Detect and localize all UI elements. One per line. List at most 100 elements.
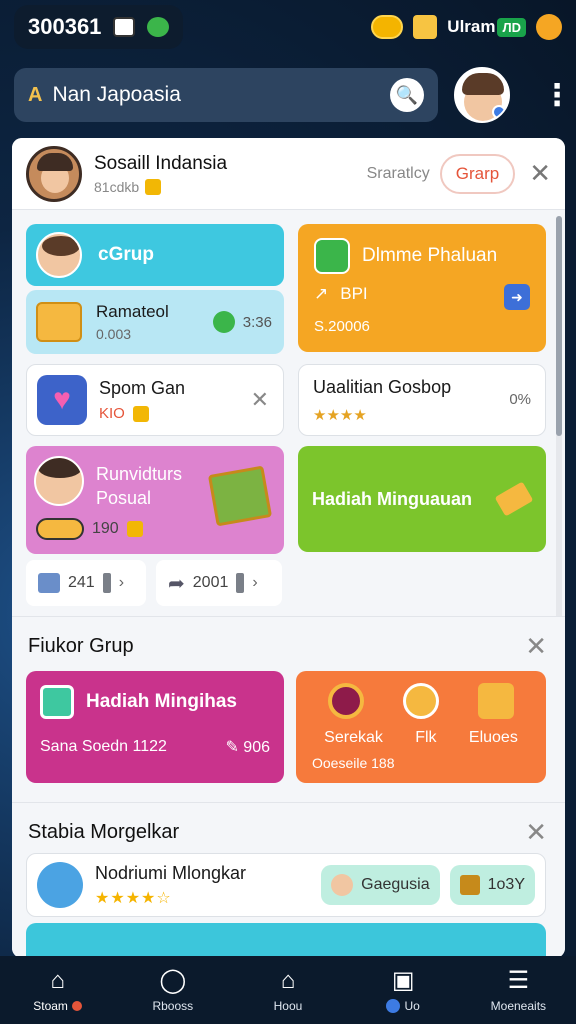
envelope-icon [207, 465, 273, 527]
orange-rewards-card[interactable]: Serekak Flk Eluoes Ooeseile 188 [296, 671, 546, 783]
panel-stat: Sraratlcy [366, 164, 430, 182]
orange-label-3: Eluoes [468, 729, 518, 746]
dlmme-mid: BPI [340, 284, 368, 303]
bar-icon [102, 573, 111, 593]
nav-house-label: Hoou [273, 999, 303, 1013]
camera-icon: ▣ [391, 967, 415, 994]
status-left: 300361 [14, 5, 184, 49]
nav-home[interactable]: ⌂ Stoam [8, 967, 108, 1013]
gem-icon [327, 683, 364, 719]
green-coin-icon [212, 311, 235, 333]
gift-icon [459, 875, 480, 895]
stabia-section: Stabia Morgelkar ✕ Nodriumi Mlongkar ★★★… [12, 802, 565, 958]
spom-sub: KIO [99, 405, 125, 422]
clock: 300361 [28, 14, 102, 39]
ramateol-title: Ramateol [96, 302, 169, 321]
panel-subtitle: 81cdkb [94, 178, 140, 195]
dlmme-title: Dlmme Phaluan [362, 245, 498, 266]
envelope-icon [36, 302, 82, 342]
settings-gear-icon[interactable] [536, 14, 562, 40]
ticket-icon [36, 518, 84, 540]
spom-card[interactable]: ♥ Spom Gan KIO ✕ [26, 364, 284, 436]
orange-bottom: Ooeseile 188 [312, 755, 395, 771]
kid-avatar [36, 232, 82, 278]
nav-camera[interactable]: ▣ Uo [353, 967, 453, 1013]
status-bar: 300361 Ulram ЛD [0, 0, 576, 54]
profile-avatar[interactable] [454, 67, 510, 123]
hadiah-card[interactable]: Hadiah Minguauan [298, 446, 546, 552]
nav-menu-label: Moeneaits [490, 999, 547, 1013]
pink-title: Hadiah Mingihas [86, 691, 237, 712]
heart-icon: ♥ [37, 375, 87, 425]
chat-bubble-icon: ◯ [159, 967, 187, 994]
orange-label-2: Flk [415, 729, 437, 746]
status-label: Ulram [447, 17, 496, 36]
search-bar[interactable]: A Nan Japoasia 🔍 [14, 68, 438, 122]
close-icon[interactable]: ✕ [525, 631, 547, 662]
nav-arrow-icon[interactable]: ➜ [504, 284, 530, 310]
stabia-title: Stabia Morgelkar [28, 821, 180, 843]
chevron-right-icon: › [252, 574, 258, 591]
uaalitian-percent: 0% [509, 391, 531, 408]
ramateol-card[interactable]: Ramateol 0.003 3:36 [26, 290, 284, 354]
list-item[interactable]: Nodriumi Mlongkar ★★★★☆ Gaegusia 1o3Y [26, 853, 546, 917]
panel-header: Sosaill Indansia 81cdkb Sraratlcy Grarp … [12, 138, 565, 210]
spom-title: Spom Gan [99, 378, 186, 398]
nav-menu[interactable]: ☰ Moeneaits [468, 967, 568, 1013]
mini-stat-1-value: 241 [68, 574, 95, 591]
more-options-icon[interactable]: ⋮ [542, 78, 572, 113]
medal-icon [402, 683, 439, 719]
bottom-nav: ⌂ Stoam ◯ Rbooss ⌂ Hoou ▣ Uo ☰ Moeneaits [0, 956, 576, 1024]
coin-icon[interactable] [371, 15, 404, 39]
close-icon[interactable]: ✕ [529, 158, 551, 189]
pink-bottom: Sana Soedn 1122 [40, 738, 167, 755]
chip2-label: 1o3Y [487, 876, 525, 893]
mini-stat-1[interactable]: 241 › [26, 560, 146, 606]
pencil-small-icon: ✎ [225, 739, 239, 756]
chip-count[interactable]: 1o3Y [449, 865, 535, 905]
panel-title: Sosaill Indansia [94, 152, 228, 174]
calendar-icon [38, 573, 60, 593]
group-button[interactable]: Grarp [439, 153, 516, 194]
share-icon: ➦ [168, 572, 185, 595]
map-icon [37, 862, 83, 908]
runvidturs-value: 190 [92, 520, 119, 537]
nav-home-label: Stoam [33, 999, 68, 1013]
ramateol-sub: 0.003 [96, 326, 132, 342]
uaalitian-card[interactable]: Uaalitian Gosbop ★★★★ 0% [298, 364, 546, 436]
search-row: A Nan Japoasia 🔍 ⋮ [14, 66, 572, 124]
up-arrow-icon: ↗ [314, 284, 329, 303]
nav-chat[interactable]: ◯ Rbooss [123, 967, 223, 1013]
hadiah-mingihas-card[interactable]: Hadiah Mingihas Sana Soedn 1122 ✎ 906 [26, 671, 284, 783]
star-badge-icon [478, 683, 515, 719]
ramateol-time: 3:36 [242, 313, 272, 331]
nav-house[interactable]: ⌂ Hoou [238, 967, 338, 1013]
orange-label-1: Serekak [324, 729, 383, 746]
dlmme-bottom: S.20006 [314, 318, 370, 335]
runvidturs-card[interactable]: Runvidturs Posual 190 [26, 446, 284, 554]
teal-banner[interactable] [26, 923, 546, 958]
list-item-title: Nodriumi Mlongkar [95, 862, 247, 883]
star-rating: ★★★★☆ [95, 889, 172, 907]
kid-avatar [34, 456, 84, 506]
search-icon[interactable]: 🔍 [390, 78, 424, 112]
group-card[interactable]: cGrup [26, 224, 284, 286]
notification-dot [71, 1001, 82, 1011]
mini-stat-2-value: 2001 [192, 574, 229, 591]
close-icon[interactable]: ✕ [525, 817, 547, 848]
bar-icon [236, 573, 245, 593]
shield-icon [126, 521, 143, 537]
chip-gaegusia[interactable]: Gaegusia [321, 865, 440, 905]
group-avatar[interactable] [26, 145, 82, 202]
pink-value: 906 [243, 739, 270, 756]
gift-icon[interactable] [413, 15, 438, 39]
status-right: Ulram ЛD [371, 14, 562, 40]
dlmme-card[interactable]: Dlmme Phaluan ↗ BPI S.20006 ➜ [298, 224, 546, 352]
dismiss-icon[interactable]: ✕ [251, 387, 269, 413]
chevron-right-icon: › [118, 574, 125, 591]
avatar-icon [331, 874, 354, 896]
scroll-thumb[interactable] [556, 216, 562, 436]
fiukor-title: Fiukor Grup [28, 635, 134, 657]
ticket-icon [494, 481, 534, 517]
mini-stat-2[interactable]: ➦ 2001 › [156, 560, 282, 606]
